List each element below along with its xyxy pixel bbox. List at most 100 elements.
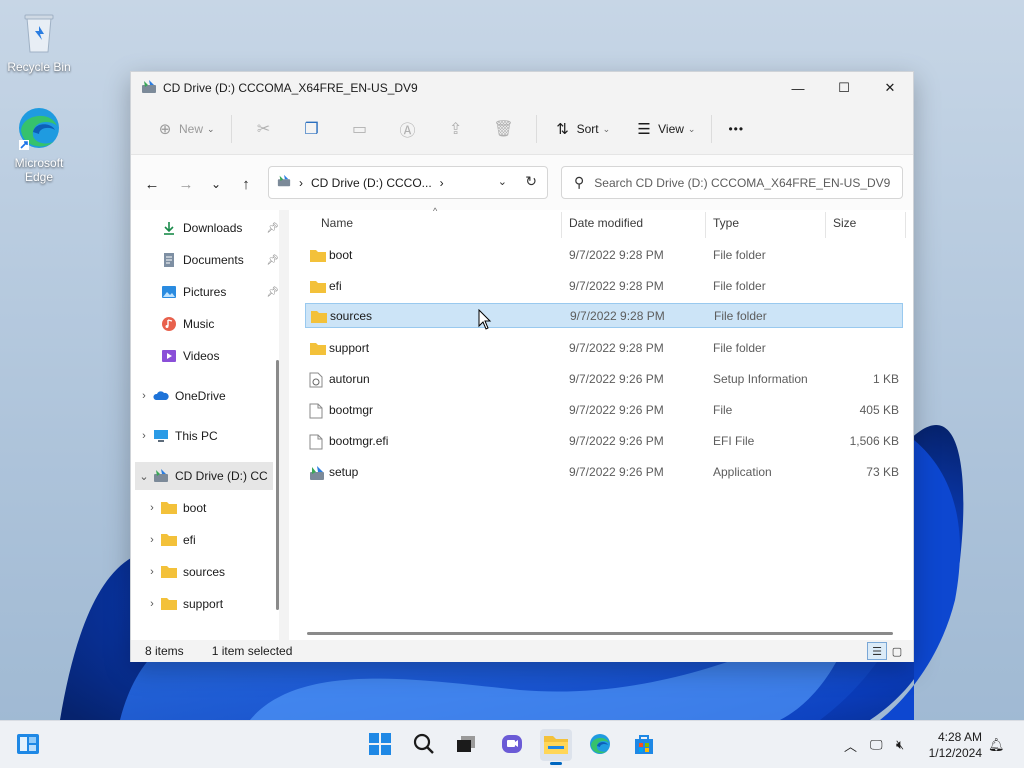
- sidebar-item-support[interactable]: › support: [143, 590, 279, 618]
- sidebar-item-videos[interactable]: Videos: [143, 342, 279, 370]
- up-button[interactable]: ↑: [233, 171, 259, 197]
- sidebar-item-music[interactable]: Music: [143, 310, 279, 338]
- column-divider[interactable]: [705, 212, 706, 238]
- column-divider[interactable]: [561, 212, 562, 238]
- network-status[interactable]: 🖵︎: [870, 721, 883, 768]
- clock[interactable]: 4:28 AM 1/12/2024: [929, 729, 982, 761]
- sidebar-item-onedrive[interactable]: › OneDrive: [135, 382, 277, 410]
- task-view-button[interactable]: [450, 729, 482, 761]
- column-header-type[interactable]: Type: [713, 216, 739, 230]
- column-header-name[interactable]: Name: [321, 216, 353, 230]
- delete-button[interactable]: 🗑︎: [480, 113, 528, 145]
- sidebar-item-documents[interactable]: Documents 📌︎: [143, 246, 279, 274]
- sidebar-item-cd-drive[interactable]: ⌄ CD Drive (D:) CC: [135, 462, 273, 490]
- minimize-button[interactable]: —: [775, 72, 821, 104]
- breadcrumb-item[interactable]: CD Drive (D:) CCCO...: [311, 176, 432, 190]
- file-row[interactable]: bootmgr.efi 9/7/2022 9:26 PM EFI File 1,…: [305, 428, 903, 453]
- file-date: 9/7/2022 9:26 PM: [569, 402, 664, 417]
- close-button[interactable]: ✕: [867, 72, 913, 104]
- maximize-button[interactable]: ☐: [821, 72, 867, 104]
- search-input[interactable]: ⚲ Search CD Drive (D:) CCCOMA_X64FRE_EN-…: [561, 166, 903, 199]
- search-taskbar-button[interactable]: [408, 729, 440, 761]
- file-name: sources: [330, 308, 373, 323]
- rename-button[interactable]: Ⓐ: [384, 113, 432, 145]
- sidebar-item-label: OneDrive: [175, 389, 226, 403]
- cut-button[interactable]: ✂: [240, 113, 288, 145]
- folder-icon: [161, 564, 177, 580]
- back-button[interactable]: ←: [139, 171, 165, 197]
- file-row[interactable]: setup 9/7/2022 9:26 PM Application 73 KB: [305, 459, 903, 484]
- sort-button[interactable]: ⇅ Sort ⌄: [545, 113, 619, 145]
- sidebar-item-efi[interactable]: › efi: [143, 526, 279, 554]
- recent-locations-button[interactable]: ⌄: [203, 171, 229, 197]
- desktop-icon-recycle-bin[interactable]: Recycle Bin: [1, 8, 77, 74]
- video-icon: [161, 348, 177, 364]
- file-row[interactable]: bootmgr 9/7/2022 9:26 PM File 405 KB: [305, 397, 903, 422]
- chat-button[interactable]: [496, 729, 528, 761]
- share-button[interactable]: ⇪: [432, 113, 480, 145]
- status-bar: 8 items 1 item selected ☰ ▢: [131, 640, 913, 662]
- sidebar-item-sources[interactable]: › sources: [143, 558, 279, 586]
- notifications-button[interactable]: 🔔︎: [988, 721, 1005, 768]
- file-row[interactable]: boot 9/7/2022 9:28 PM File folder: [305, 242, 903, 267]
- volume-status[interactable]: 🔇︎: [896, 721, 904, 768]
- details-view-button[interactable]: ☰: [867, 642, 887, 660]
- sidebar-item-pictures[interactable]: Pictures 📌︎: [143, 278, 279, 306]
- tiles-view-button[interactable]: ▢: [887, 642, 907, 660]
- paste-button[interactable]: ▭: [336, 113, 384, 145]
- file-list-horizontal-scrollbar[interactable]: [307, 632, 893, 635]
- clock-time: 4:28 AM: [937, 730, 982, 744]
- chevron-right-icon[interactable]: ›: [143, 502, 161, 514]
- folder-icon: [161, 500, 177, 516]
- chevron-right-icon[interactable]: ›: [135, 390, 153, 402]
- address-bar[interactable]: › CD Drive (D:) CCCO... › ⌄ ↻: [268, 166, 548, 199]
- file-row-selected[interactable]: sources 9/7/2022 9:28 PM File folder: [305, 303, 903, 328]
- file-type: File folder: [713, 247, 766, 262]
- new-button[interactable]: ⊕ New ⌄: [147, 113, 223, 145]
- plus-circle-icon: ⊕: [158, 121, 172, 138]
- setup-information-icon: [309, 372, 327, 387]
- column-header-date[interactable]: Date modified: [569, 216, 643, 230]
- chevron-right-icon[interactable]: ›: [143, 534, 161, 546]
- address-dropdown-icon[interactable]: ⌄: [498, 175, 507, 188]
- file-explorer-taskbar-button[interactable]: [540, 729, 572, 765]
- sidebar-item-this-pc[interactable]: › This PC: [135, 422, 277, 450]
- chevron-right-icon[interactable]: ›: [143, 566, 161, 578]
- file-type: EFI File: [713, 433, 755, 448]
- chevron-right-icon[interactable]: ›: [135, 430, 153, 442]
- sidebar-item-boot[interactable]: › boot: [143, 494, 279, 522]
- pin-icon: 📌︎: [266, 286, 279, 298]
- file-row[interactable]: efi 9/7/2022 9:28 PM File folder: [305, 273, 903, 298]
- paste-icon: ▭: [352, 121, 368, 138]
- desktop-icon-label: Recycle Bin: [7, 60, 71, 74]
- store-icon: [632, 732, 656, 759]
- file-row[interactable]: support 9/7/2022 9:28 PM File folder: [305, 335, 903, 360]
- start-button[interactable]: [364, 729, 396, 761]
- mouse-cursor-icon: [478, 308, 492, 334]
- chevron-right-icon[interactable]: ›: [143, 598, 161, 610]
- edge-taskbar-button[interactable]: [584, 729, 616, 761]
- view-button[interactable]: ☰ View ⌄: [626, 113, 703, 145]
- breadcrumb-chevron-icon[interactable]: ›: [440, 176, 444, 190]
- column-divider[interactable]: [825, 212, 826, 238]
- file-name: autorun: [329, 371, 370, 386]
- file-name: support: [329, 340, 370, 355]
- store-taskbar-button[interactable]: [628, 729, 660, 761]
- navigation-pane-scrollbar[interactable]: [276, 360, 279, 610]
- show-hidden-icons-button[interactable]: ︿: [844, 721, 857, 768]
- more-options-button[interactable]: •••: [720, 113, 752, 145]
- file-row[interactable]: autorun 9/7/2022 9:26 PM Setup Informati…: [305, 366, 903, 391]
- title-bar[interactable]: CD Drive (D:) CCCOMA_X64FRE_EN-US_DV9 — …: [131, 72, 913, 104]
- copy-button[interactable]: ❐: [288, 113, 336, 145]
- pin-icon: 📌︎: [266, 222, 279, 234]
- desktop-icon-edge[interactable]: Microsoft Edge: [1, 104, 77, 184]
- forward-button[interactable]: →: [173, 171, 199, 197]
- monitor-icon: [153, 428, 169, 444]
- sidebar-item-downloads[interactable]: Downloads 📌︎: [143, 214, 279, 242]
- widgets-button[interactable]: [12, 729, 44, 761]
- column-header-size[interactable]: Size: [833, 216, 856, 230]
- column-divider[interactable]: [905, 212, 906, 238]
- cd-drive-icon: [277, 174, 291, 191]
- chevron-down-icon[interactable]: ⌄: [135, 470, 153, 483]
- refresh-icon[interactable]: ↻: [525, 173, 537, 190]
